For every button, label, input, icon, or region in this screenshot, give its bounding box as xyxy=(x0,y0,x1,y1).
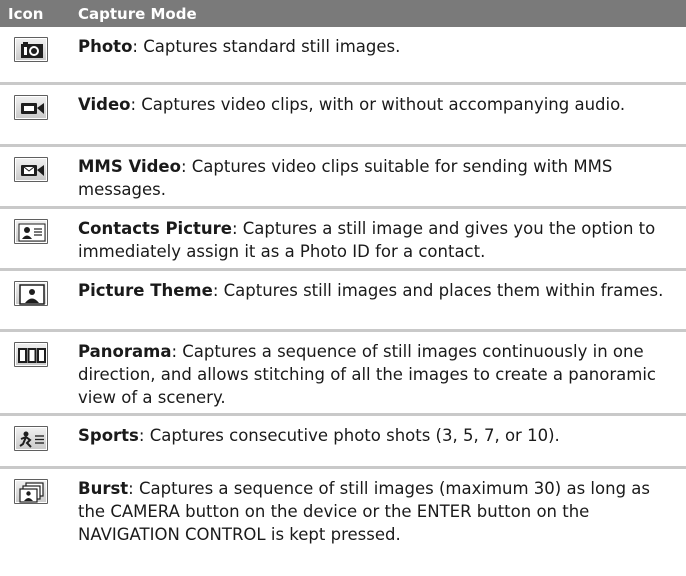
mode-description: : Captures standard still images. xyxy=(132,37,401,56)
table-row-video: Video: Captures video clips, with or wit… xyxy=(0,85,686,147)
mode-description: : Captures a sequence of still images (m… xyxy=(78,479,650,544)
picture-frame-icon xyxy=(14,281,48,306)
table-row-picture-theme: Picture Theme: Captures still images and… xyxy=(0,271,686,332)
mode-description: : Captures video clips, with or without … xyxy=(130,95,626,114)
contact-card-icon xyxy=(14,219,48,244)
header-icon-column: Icon xyxy=(8,4,44,23)
mode-name: Sports xyxy=(78,426,139,445)
panorama-icon xyxy=(14,342,48,367)
table-row-contacts-picture: Contacts Picture: Captures a still image… xyxy=(0,209,686,271)
mode-name: Photo xyxy=(78,37,133,56)
mode-name: Contacts Picture xyxy=(78,219,232,238)
sports-icon xyxy=(14,426,48,451)
document-page: Icon Capture Mode Photo: Captures standa… xyxy=(0,0,686,576)
mode-name: Panorama xyxy=(78,342,172,361)
camera-icon xyxy=(14,37,48,62)
mode-name: MMS Video xyxy=(78,157,181,176)
mode-description: : Captures consecutive photo shots (3, 5… xyxy=(138,426,560,445)
mode-name: Video xyxy=(78,95,131,114)
table-header: Icon Capture Mode xyxy=(0,0,686,27)
table-row-mms-video: MMS Video: Captures video clips suitable… xyxy=(0,147,686,209)
mms-video-icon xyxy=(14,157,48,182)
mode-name: Picture Theme xyxy=(78,281,213,300)
video-camera-icon xyxy=(14,95,48,120)
table-row-panorama: Panorama: Captures a sequence of still i… xyxy=(0,332,686,416)
header-capture-mode-column: Capture Mode xyxy=(78,4,197,23)
table-row-sports: Sports: Captures consecutive photo shots… xyxy=(0,416,686,469)
table-row-photo: Photo: Captures standard still images. xyxy=(0,27,686,85)
capture-mode-table: Icon Capture Mode Photo: Captures standa… xyxy=(0,0,686,559)
mode-description: : Captures still images and places them … xyxy=(212,281,664,300)
burst-icon xyxy=(14,479,48,504)
table-row-burst: Burst: Captures a sequence of still imag… xyxy=(0,469,686,559)
mode-name: Burst xyxy=(78,479,129,498)
